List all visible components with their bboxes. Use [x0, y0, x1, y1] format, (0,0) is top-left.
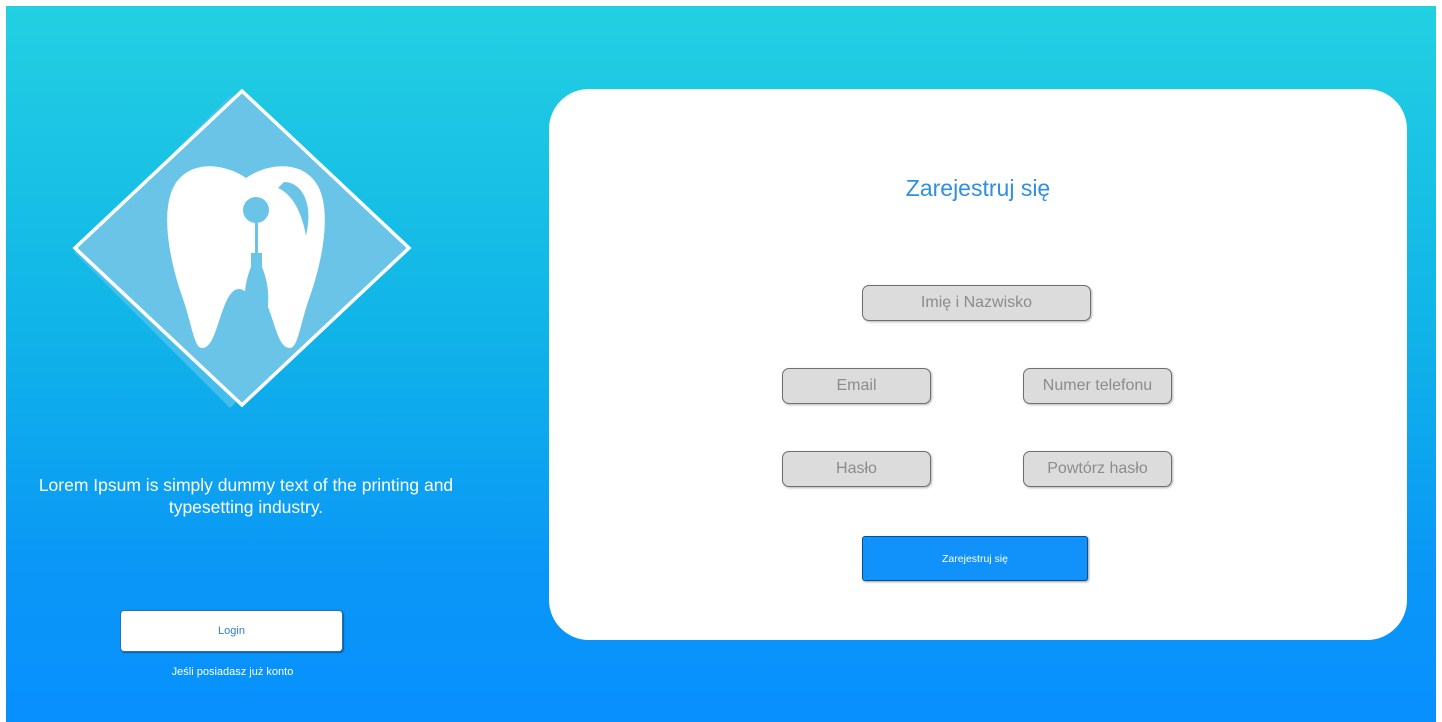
tagline-text: Lorem Ipsum is simply dummy text of the …	[38, 475, 454, 517]
register-submit-button[interactable]: Zarejestruj się	[862, 536, 1088, 581]
page-background: Lorem Ipsum is simply dummy text of the …	[6, 6, 1436, 722]
password-field[interactable]: Hasło	[782, 451, 931, 487]
password-repeat-field[interactable]: Powtórz hasło	[1023, 451, 1172, 487]
register-card: Zarejestruj się Imię i Nazwisko Email Nu…	[549, 89, 1407, 640]
login-button[interactable]: Login	[120, 610, 343, 652]
phone-field[interactable]: Numer telefonu	[1023, 368, 1172, 404]
register-title: Zarejestruj się	[905, 175, 1051, 201]
email-field[interactable]: Email	[782, 368, 931, 404]
login-hint-text: Jeśli posiadasz już konto	[171, 666, 294, 678]
tooth-logo-icon	[72, 88, 412, 408]
full-name-field[interactable]: Imię i Nazwisko	[862, 285, 1091, 321]
